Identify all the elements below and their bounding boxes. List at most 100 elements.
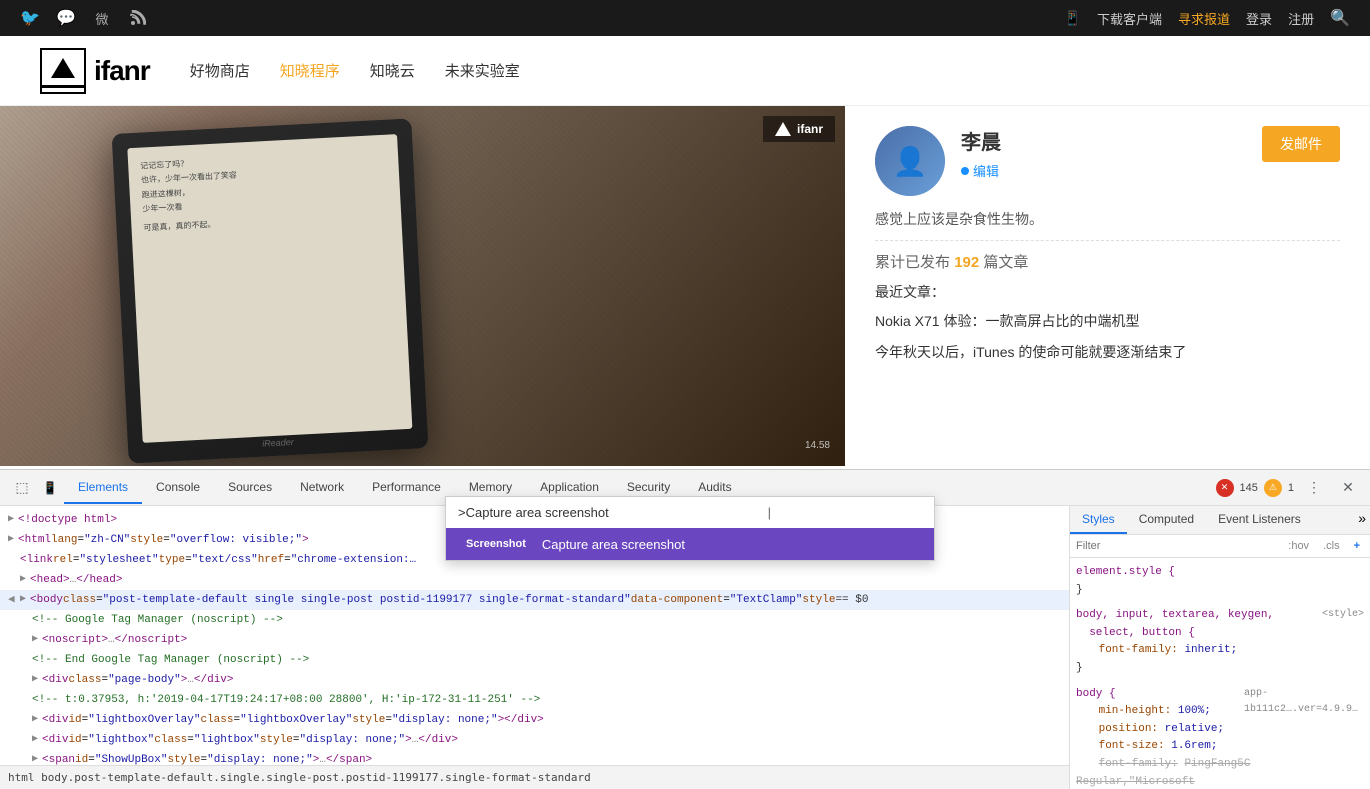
code-line: ▶ <noscript>…</noscript> [0,630,1069,650]
logo-area[interactable]: ifanr [40,48,150,94]
capture-area-confirm[interactable]: Screenshot Capture area screenshot [446,528,934,560]
rule-source-2: app-1b111c2….ver=4.9.9:1 [1244,686,1364,718]
styles-filter-input[interactable] [1076,540,1278,552]
expand-icon[interactable]: ▶ [32,731,38,749]
code-line: ▶ <div id="lightbox" class="lightbox" st… [0,730,1069,750]
author-name: 李晨 [961,126,1246,155]
filter-bar: :hov .cls + [1070,535,1370,558]
rule-source-1: <style> [1322,607,1364,623]
code-line: <!-- End Google Tag Manager (noscript) -… [0,650,1069,670]
console-tab[interactable]: Console [142,472,214,504]
computed-tab[interactable]: Computed [1127,506,1206,534]
seek-report-link[interactable]: 寻求报道 [1178,9,1230,28]
breadcrumb: html body.post-template-default.single.s… [8,771,591,784]
breadcrumb-bar: html body.post-template-default.single.s… [0,765,1069,789]
element-style-rule: element.style { } [1076,564,1364,599]
expand-icon[interactable]: ▶ [20,591,26,609]
elements-tab[interactable]: Elements [64,472,142,504]
author-avatar: 👤 [875,126,945,196]
styles-tabs: Styles Computed Event Listeners » [1070,506,1370,535]
network-tab[interactable]: Network [286,472,358,504]
selected-code-line[interactable]: ◀ ▶ <body class="post-template-default s… [0,590,1069,610]
body-input-rule: <style> body, input, textarea, keygen, s… [1076,607,1364,677]
mobile-icon: 📱 [1064,10,1081,27]
article-count-prefix: 累计已发布 [875,254,950,271]
expand-icon[interactable]: ▶ [8,531,14,549]
divider [875,240,1340,241]
nav-links: 好物商店 知晓程序 知晓云 未来实验室 [190,60,520,81]
expand-icon[interactable]: ▶ [32,671,38,689]
expand-icon[interactable]: ▶ [32,631,38,649]
hov-filter-button[interactable]: :hov [1284,538,1313,554]
good-store-link[interactable]: 好物商店 [190,60,250,81]
expand-tabs-icon[interactable]: » [1354,506,1370,534]
performance-tab[interactable]: Performance [358,472,455,504]
code-line: ▶ <head>…</head> [0,570,1069,590]
send-email-button[interactable]: 发邮件 [1262,126,1340,162]
download-client-link[interactable]: 下载客户端 [1097,9,1162,28]
event-listeners-tab[interactable]: Event Listeners [1206,506,1313,534]
author-section: 👤 李晨 编辑 发邮件 [875,126,1340,196]
more-options-icon[interactable]: ⋮ [1300,474,1328,502]
capture-area-confirm-label: Capture area screenshot [542,537,685,552]
ereader-device: 记记忘了吗？ 也许，少年一次看出了笑容 跑进这棵树， 少年一次看 可是真，真的不… [112,118,429,463]
code-line: ▶ <span id="ShowUpBox" style="display: n… [0,750,1069,765]
top-nav-bar: 🐦 💬 微 📱 下载客户端 寻求报道 登录 注册 🔍 [0,0,1370,36]
screenshot-badge: Screenshot [458,536,534,552]
article-count-suffix: 篇文章 [983,254,1028,271]
styles-tab[interactable]: Styles [1070,506,1127,534]
styles-panel: element.style { } <style> body, input, t… [1070,558,1370,789]
author-bio: 感觉上应该是杂食性生物。 [875,208,1340,230]
inspect-icon[interactable]: ⬚ [8,474,36,502]
close-devtools-icon[interactable]: ✕ [1334,474,1362,502]
article-count: 累计已发布 192 篇文章 [875,251,1340,272]
cursor-indicator: | [617,505,922,520]
logo-text: ifanr [94,55,150,87]
watermark: ifanr [763,116,835,142]
code-line: <!-- t:0.37953, h:'2019-04-17T19:24:17+0… [0,690,1069,710]
author-edit[interactable]: 编辑 [961,161,1246,180]
future-lab-link[interactable]: 未来实验室 [445,60,520,81]
recent-article-2[interactable]: 今年秋天以后，iTunes 的使命可能就要逐渐结束了 [875,341,1340,363]
ereader-brand-label: iReader [262,437,294,449]
expand-icon[interactable]: ▶ [8,511,14,529]
warning-count: 1 [1288,482,1294,494]
register-link[interactable]: 注册 [1288,9,1314,28]
body-rule: app-1b111c2….ver=4.9.9:1 body { min-heig… [1076,686,1364,789]
device-toggle-icon[interactable]: 📱 [36,474,64,502]
wechat-icon[interactable]: 💬 [56,8,76,28]
capture-area-label: >Capture area screenshot [458,505,609,520]
code-line: <!-- Google Tag Manager (noscript) --> [0,610,1069,630]
cls-filter-button[interactable]: .cls [1319,538,1344,554]
recent-article-1[interactable]: Nokia X71 体验：一款高屏占比的中端机型 [875,310,1340,332]
watermark-triangle [775,122,791,136]
image-size-label: 14.58 [805,440,830,451]
add-style-button[interactable]: + [1350,538,1364,554]
main-nav: ifanr 好物商店 知晓程序 知晓云 未来实验室 [0,36,1370,106]
twitter-icon[interactable]: 🐦 [20,8,40,28]
watermark-text: ifanr [797,122,823,136]
search-icon[interactable]: 🔍 [1330,8,1350,28]
expand-icon[interactable]: ▶ [20,571,26,589]
code-line: ▶ <div class="page-body" >…</div> [0,670,1069,690]
login-link[interactable]: 登录 [1246,9,1272,28]
edit-indicator [961,167,969,175]
weibo-icon[interactable]: 微 [92,8,112,28]
expand-icon[interactable]: ▶ [32,711,38,729]
rss-icon[interactable] [128,8,148,28]
error-count: 145 [1240,482,1258,494]
logo-triangle [51,58,75,78]
capture-area-option[interactable]: >Capture area screenshot | [446,497,934,528]
warning-count-badge: ⚠ [1264,479,1282,497]
logo-box [40,48,86,94]
sources-tab[interactable]: Sources [214,472,286,504]
content-area: 记记忘了吗？ 也许，少年一次看出了笑容 跑进这棵树， 少年一次看 可是真，真的不… [0,106,1370,466]
expand-icon[interactable]: ▶ [32,751,38,765]
zhixiao-cloud-link[interactable]: 知晓云 [370,60,415,81]
top-nav-right-links: 📱 下载客户端 寻求报道 登录 注册 🔍 [1064,8,1350,28]
right-sidebar: 👤 李晨 编辑 发邮件 感觉上应该是杂食性生物。 累计已发布 192 篇文章 最 [845,106,1370,466]
zhixiao-program-link[interactable]: 知晓程序 [280,60,340,81]
edit-label: 编辑 [973,161,999,180]
context-menu: >Capture area screenshot | Screenshot Ca… [445,496,935,561]
social-icons-group: 🐦 💬 微 [20,8,148,28]
